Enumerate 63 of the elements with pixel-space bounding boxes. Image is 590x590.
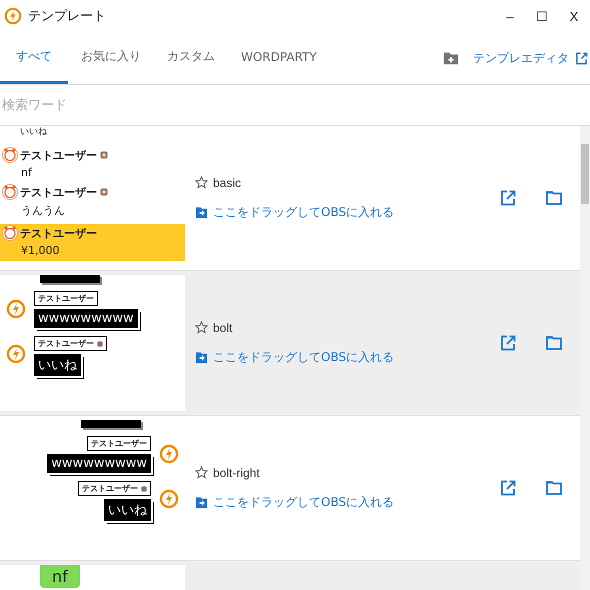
star-icon[interactable] (195, 176, 208, 189)
badge-icon (100, 188, 108, 196)
tab[interactable]: お気に入り (68, 32, 154, 84)
template-row[interactable]: nf (0, 561, 580, 590)
bolt-icon (6, 299, 26, 319)
external-link-icon[interactable] (500, 190, 516, 206)
speech-bubble: nf (40, 565, 80, 588)
user-name: テストユーザー (38, 293, 94, 304)
drag-hint[interactable]: ここをドラッグしてOBSに入れる (213, 348, 394, 366)
comment-text: ¥1,000 (20, 244, 60, 257)
user-name: テストユーザー (20, 184, 97, 200)
drag-hint[interactable]: ここをドラッグしてOBSに入れる (213, 204, 394, 220)
template-row[interactable]: いいね テストユーザー nf テストユーザー うんうん テストユーザー ¥1,000 basic ここをドラッグしてOBSに入れる (0, 126, 580, 271)
template-name: basic (213, 176, 242, 190)
template-row[interactable]: テストユーザー wwwwwwwww テストユーザー いいね bolt ここをドラッグしてOBSに入れる (0, 271, 580, 416)
star-icon[interactable] (195, 321, 208, 334)
comment-text: うんうん (20, 203, 66, 218)
folder-arrow-icon[interactable] (195, 496, 208, 508)
maximize-button[interactable]: ☐ (526, 8, 558, 24)
speech-bubble: いいね (104, 499, 151, 521)
folder-icon[interactable] (546, 480, 562, 496)
bolt-icon (159, 489, 179, 509)
folder-icon[interactable] (546, 190, 562, 206)
avatar-icon (2, 184, 18, 200)
app-logo-icon (4, 7, 22, 25)
window-title: テンプレート (28, 8, 106, 25)
comment-text: いいね (19, 126, 48, 138)
template-editor-link[interactable]: テンプレエディタ (473, 50, 569, 66)
template-name: bolt (213, 320, 232, 334)
folder-arrow-icon[interactable] (195, 206, 208, 218)
template-name: bolt-right (213, 466, 260, 480)
tab[interactable]: すべて (0, 32, 68, 84)
speech-bubble: wwwwwwwww (47, 454, 151, 473)
external-link-icon[interactable] (500, 335, 516, 351)
folder-icon[interactable] (546, 335, 562, 351)
speech-bubble (81, 420, 141, 428)
badge-icon (100, 151, 108, 159)
external-link-icon[interactable] (575, 52, 588, 64)
comment-text: nf (20, 166, 34, 179)
scrollbar[interactable] (580, 126, 590, 590)
external-link-icon[interactable] (500, 480, 516, 496)
user-name: テストユーザー (91, 438, 147, 449)
speech-bubble: いいね (34, 354, 81, 376)
tab[interactable]: WORDPARTY (228, 32, 330, 84)
user-name: テストユーザー (20, 226, 97, 240)
user-name: テストユーザー (38, 338, 94, 349)
bolt-icon (6, 344, 26, 364)
folder-arrow-icon[interactable] (195, 350, 208, 364)
speech-bubble: wwwwwwwww (34, 309, 138, 328)
speech-bubble (40, 275, 100, 283)
avatar-icon (2, 225, 18, 241)
drag-hint[interactable]: ここをドラッグしてOBSに入れる (213, 494, 394, 510)
badge-icon (141, 486, 147, 492)
close-button[interactable]: X (558, 8, 590, 24)
user-name: テストユーザー (82, 483, 138, 494)
star-icon[interactable] (195, 466, 208, 479)
minimize-button[interactable]: – (494, 8, 526, 24)
avatar-icon (2, 147, 18, 163)
bolt-icon (159, 444, 179, 464)
user-name: テストユーザー (20, 148, 97, 162)
tab[interactable]: カスタム (154, 32, 228, 84)
add-folder-icon[interactable] (443, 50, 459, 66)
badge-icon (97, 340, 103, 346)
